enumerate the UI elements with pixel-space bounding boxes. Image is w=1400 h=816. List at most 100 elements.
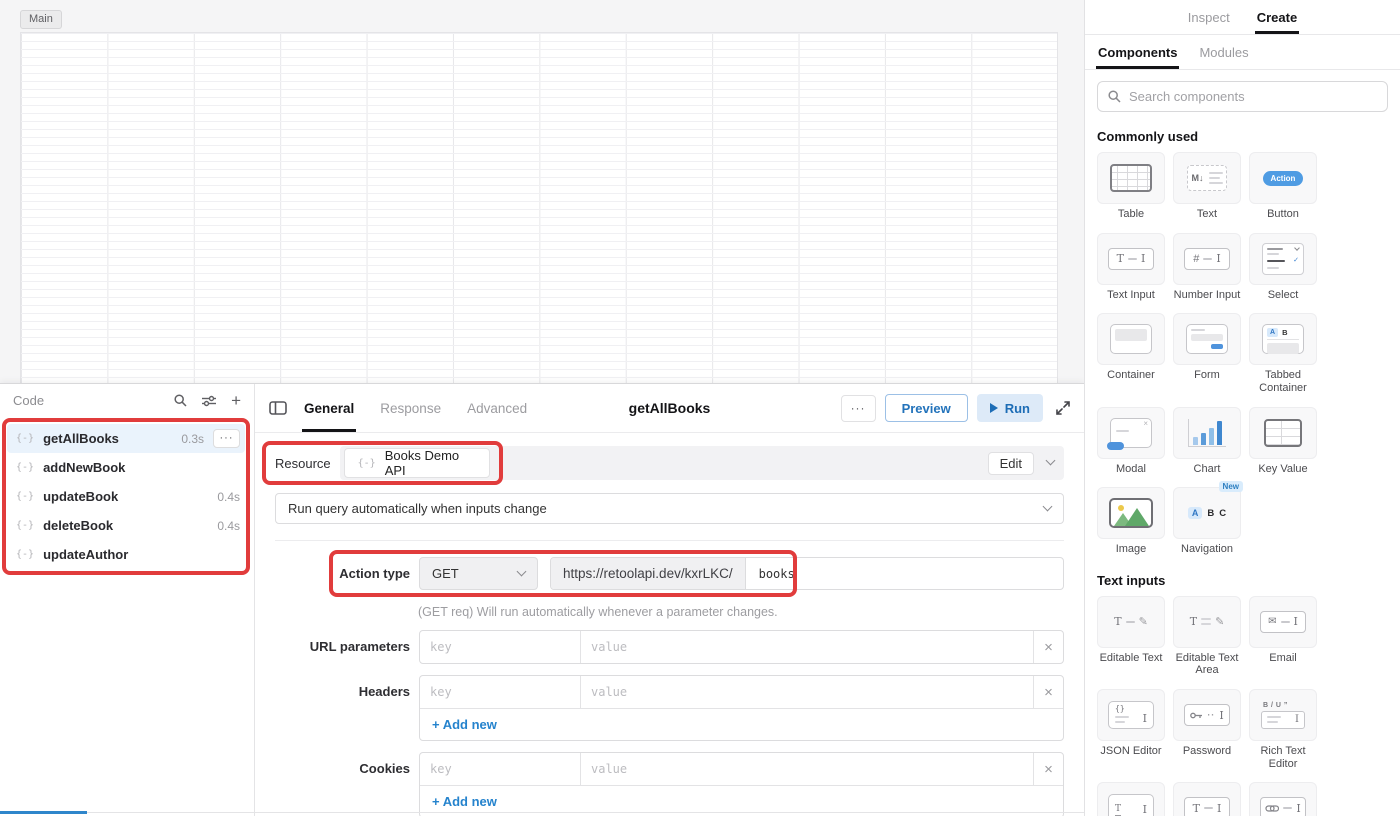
chevron-down-icon: [517, 567, 527, 577]
loading-progress-bar: [0, 811, 87, 814]
remove-row-icon[interactable]: ×: [1033, 631, 1063, 663]
canvas-frame-tab[interactable]: Main: [20, 10, 62, 29]
component-card-select[interactable]: ✓ Select: [1249, 233, 1317, 302]
key-input[interactable]: [420, 753, 581, 785]
component-card-modal[interactable]: × Modal: [1097, 407, 1165, 476]
run-button[interactable]: Run: [977, 394, 1043, 422]
component-card-tabbed-container[interactable]: AB Tabbed Container: [1249, 313, 1317, 394]
component-search[interactable]: [1097, 81, 1388, 112]
component-card-form[interactable]: Form: [1173, 313, 1241, 394]
component-card-text-input-2[interactable]: TI Text Input: [1173, 782, 1241, 816]
component-card-rich-text-editor[interactable]: B / U ”I Rich Text Editor: [1249, 689, 1317, 770]
component-card-url[interactable]: I URL: [1249, 782, 1317, 816]
text-input-icon: TI: [1108, 248, 1154, 270]
container-icon: [1110, 324, 1152, 354]
query-name: getAllBooks: [43, 431, 119, 446]
add-query-icon[interactable]: +: [231, 392, 241, 409]
component-card-json-editor[interactable]: {}I JSON Editor: [1097, 689, 1165, 770]
tab-components[interactable]: Components: [1098, 35, 1177, 69]
value-input[interactable]: [581, 631, 1033, 663]
expand-icon[interactable]: [1056, 401, 1070, 415]
tab-response[interactable]: Response: [380, 384, 441, 432]
query-list-item[interactable]: {-} deleteBook 0.4s: [7, 511, 245, 540]
component-card-navigation[interactable]: NewABC Navigation: [1173, 487, 1241, 556]
filter-icon[interactable]: [202, 395, 216, 407]
query-run-time: 0.3s: [181, 432, 204, 446]
component-card-editable-text[interactable]: T✎ Editable Text: [1097, 596, 1165, 677]
run-helper-text: (GET req) Will run automatically wheneve…: [418, 605, 1064, 619]
bottom-divider-line: [87, 812, 1084, 813]
component-card-number-input[interactable]: #I Number Input: [1173, 233, 1241, 302]
tab-inspect[interactable]: Inspect: [1188, 0, 1230, 34]
query-list-item[interactable]: {-} addNewBook: [7, 453, 245, 482]
action-type-row: Action type GET https://retoolapi.dev/kx…: [255, 550, 1084, 597]
query-run-time: 0.4s: [217, 519, 240, 533]
component-card-key-value[interactable]: Key Value: [1249, 407, 1317, 476]
key-value-row: ×: [420, 631, 1063, 663]
image-icon: [1109, 498, 1153, 528]
key-input[interactable]: [420, 631, 581, 663]
component-card-editable-text-area[interactable]: T✎ Editable Text Area: [1173, 596, 1241, 677]
tab-create[interactable]: Create: [1257, 0, 1297, 34]
tab-general[interactable]: General: [304, 384, 354, 432]
query-list-item[interactable]: {-} updateAuthor: [7, 540, 245, 569]
code-panel: Code + {-} getAllBooks 0.3s ···: [0, 384, 255, 816]
query-name: updateAuthor: [43, 547, 128, 562]
table-icon: [1110, 164, 1152, 192]
component-card-image[interactable]: Image: [1097, 487, 1165, 556]
remove-row-icon[interactable]: ×: [1033, 676, 1063, 708]
search-icon: [1108, 90, 1121, 103]
cookies-section: Cookies × + Add new: [255, 752, 1064, 816]
search-icon[interactable]: [174, 394, 187, 407]
url-base-segment: https://retoolapi.dev/kxrLKC/: [551, 558, 746, 589]
resource-value-chip[interactable]: {-} Books Demo API: [344, 448, 490, 478]
preview-button[interactable]: Preview: [885, 394, 968, 422]
key-value-icon: [1264, 419, 1302, 447]
url-parameters-section: URL parameters ×: [255, 630, 1064, 664]
run-behavior-select[interactable]: Run query automatically when inputs chan…: [275, 493, 1064, 524]
key-input[interactable]: [420, 676, 581, 708]
value-input[interactable]: [581, 753, 1033, 785]
query-run-time: 0.4s: [217, 490, 240, 504]
panel-toggle-icon[interactable]: [269, 401, 287, 415]
password-icon: ··I: [1184, 704, 1230, 726]
query-title: getAllBooks: [629, 400, 711, 416]
query-menu-button[interactable]: ···: [213, 429, 240, 448]
component-card-text-input[interactable]: TI Text Input: [1097, 233, 1165, 302]
query-list-item[interactable]: {-} updateBook 0.4s: [7, 482, 245, 511]
resource-edit-button[interactable]: Edit: [988, 452, 1034, 475]
run-behavior-value: Run query automatically when inputs chan…: [288, 501, 547, 516]
retool-editor: Main Code + {-} getAll: [0, 0, 1400, 816]
resource-row: Resource {-} Books Demo API Edit: [255, 440, 1084, 487]
search-input[interactable]: [1129, 89, 1377, 104]
url-input[interactable]: https://retoolapi.dev/kxrLKC/ books: [550, 557, 1064, 590]
number-input-icon: #I: [1184, 248, 1230, 270]
rich-text-editor-icon: B / U ”I: [1261, 702, 1305, 729]
add-new-link[interactable]: + Add new: [420, 708, 1063, 740]
query-list-item[interactable]: {-} getAllBooks 0.3s ···: [7, 424, 245, 453]
create-subtabs: Components Modules: [1085, 35, 1400, 70]
component-card-text[interactable]: M↓ Text: [1173, 152, 1241, 221]
http-method-select[interactable]: GET: [419, 557, 538, 590]
navigation-icon: ABC: [1188, 507, 1226, 519]
tab-advanced[interactable]: Advanced: [467, 384, 527, 432]
tab-modules[interactable]: Modules: [1199, 35, 1248, 69]
query-name: addNewBook: [43, 460, 125, 475]
component-card-email[interactable]: ✉I Email: [1249, 596, 1317, 677]
headers-section: Headers × + Add new: [255, 675, 1064, 741]
component-card-button[interactable]: Action Button: [1249, 152, 1317, 221]
component-card-container[interactable]: Container: [1097, 313, 1165, 394]
component-card-password[interactable]: ··I Password: [1173, 689, 1241, 770]
key-value-row: ×: [420, 753, 1063, 785]
component-card-table[interactable]: Table: [1097, 152, 1165, 221]
rest-query-icon: {-}: [16, 549, 34, 560]
resource-label: Resource: [275, 456, 331, 471]
query-overflow-menu-button[interactable]: ···: [841, 395, 876, 422]
rest-query-icon: {-}: [16, 520, 34, 531]
remove-row-icon[interactable]: ×: [1033, 753, 1063, 785]
value-input[interactable]: [581, 676, 1033, 708]
text-input-icon: TI: [1184, 797, 1230, 816]
component-card-chart[interactable]: Chart: [1173, 407, 1241, 476]
url-path-segment[interactable]: books: [746, 558, 808, 589]
component-card-text-area[interactable]: TI Text Area: [1097, 782, 1165, 816]
